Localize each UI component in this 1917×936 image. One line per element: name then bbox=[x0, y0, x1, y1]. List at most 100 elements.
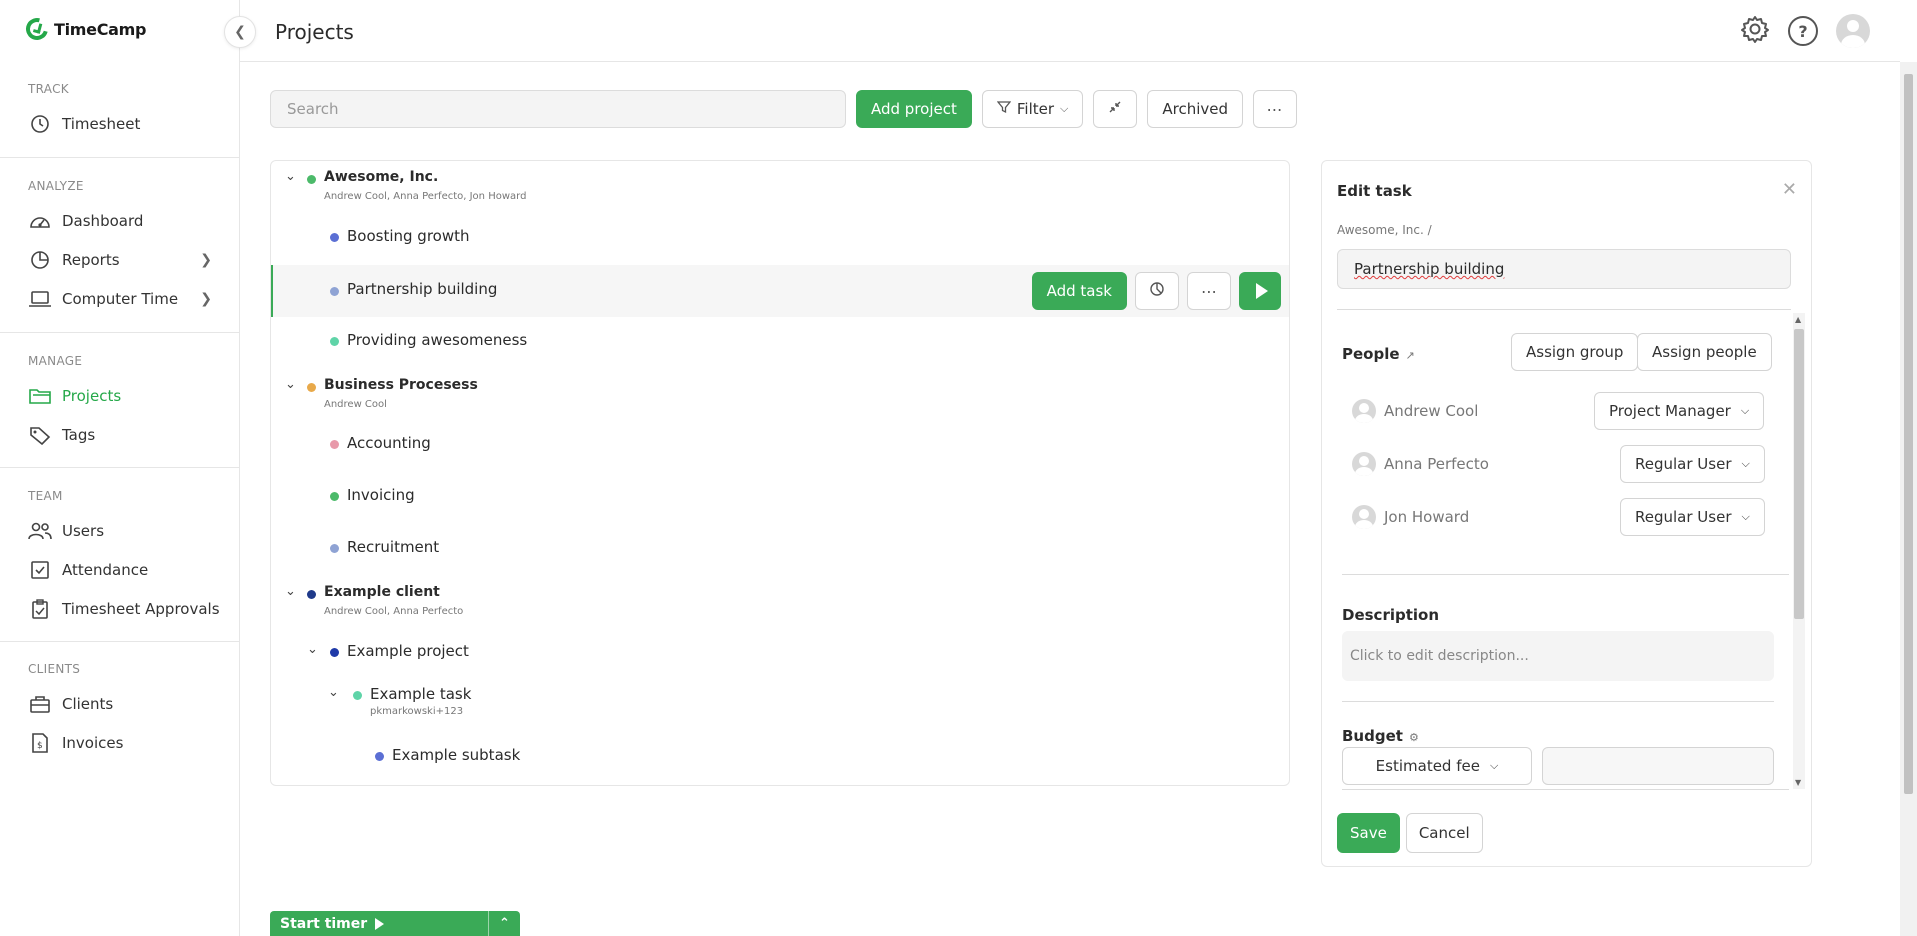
sidebar-item-label: Invoices bbox=[62, 733, 124, 752]
project-row[interactable]: ⌄ Awesome, Inc. Andrew Cool, Anna Perfec… bbox=[271, 161, 1289, 207]
sidebar-item-computer-time[interactable]: Computer Time ❯ bbox=[0, 279, 240, 318]
role-select[interactable]: Regular User ⌵ bbox=[1620, 498, 1765, 536]
external-link-icon[interactable]: ↗ bbox=[1406, 349, 1415, 362]
task-name: Partnership building bbox=[347, 280, 498, 298]
task-row[interactable]: Accounting bbox=[271, 423, 1289, 465]
task-row[interactable]: Providing awesomeness bbox=[271, 320, 1289, 362]
chevron-down-icon[interactable]: ⌄ bbox=[307, 642, 318, 657]
sidebar-item-invoices[interactable]: $ Invoices bbox=[0, 723, 240, 762]
scroll-down-icon[interactable]: ▼ bbox=[1795, 778, 1801, 787]
project-row[interactable]: ⌄ Example client Andrew Cool, Anna Perfe… bbox=[271, 576, 1289, 622]
add-project-button[interactable]: Add project bbox=[856, 90, 972, 128]
project-color-dot bbox=[307, 175, 316, 184]
task-row[interactable]: Invoicing bbox=[271, 475, 1289, 517]
chevron-down-icon[interactable]: ⌄ bbox=[328, 685, 339, 700]
person-row: Andrew Cool bbox=[1352, 399, 1478, 423]
task-row[interactable]: Boosting growth bbox=[271, 216, 1289, 258]
edit-task-panel: Edit task ✕ Awesome, Inc. / Partnership … bbox=[1321, 160, 1812, 867]
sidebar-item-timesheet[interactable]: Timesheet bbox=[0, 104, 240, 143]
collapse-all-button[interactable] bbox=[1093, 90, 1138, 128]
chevron-down-icon: ⌵ bbox=[1060, 102, 1069, 115]
search-input[interactable]: Search bbox=[270, 90, 846, 128]
task-row[interactable]: Recruitment bbox=[271, 527, 1289, 569]
stats-button[interactable] bbox=[1135, 272, 1179, 310]
close-icon[interactable]: ✕ bbox=[1782, 179, 1797, 200]
pie-chart-icon bbox=[28, 250, 52, 270]
task-color-dot bbox=[330, 287, 339, 296]
sidebar-item-tags[interactable]: Tags bbox=[0, 415, 240, 454]
assign-people-label: Assign people bbox=[1652, 343, 1757, 361]
budget-amount-input[interactable] bbox=[1542, 747, 1774, 785]
project-people: Andrew Cool, Anna Perfecto, Jon Howard bbox=[324, 191, 527, 202]
budget-type-select[interactable]: Estimated fee ⌵ bbox=[1342, 747, 1532, 785]
chevron-down-icon[interactable]: ⌄ bbox=[285, 377, 296, 392]
chevron-up-icon[interactable]: ⌃ bbox=[488, 911, 520, 936]
main-content: Projects ? Search Add project Filter ⌵ A… bbox=[240, 0, 1900, 936]
role-select[interactable]: Project Manager ⌵ bbox=[1594, 392, 1765, 430]
task-name: Accounting bbox=[347, 434, 431, 452]
divider bbox=[1337, 309, 1791, 310]
invoice-icon: $ bbox=[28, 732, 52, 753]
archived-button[interactable]: Archived bbox=[1147, 90, 1244, 128]
task-name-value: Partnership building bbox=[1354, 260, 1505, 278]
subtask-row[interactable]: Example subtask bbox=[271, 735, 1289, 777]
settings-gear-icon[interactable] bbox=[1740, 14, 1770, 48]
sidebar-item-reports[interactable]: Reports ❯ bbox=[0, 240, 240, 279]
add-task-label: Add task bbox=[1046, 282, 1112, 300]
sidebar-item-users[interactable]: Users bbox=[0, 511, 240, 550]
nav-heading: TEAM bbox=[28, 489, 63, 503]
person-name: Jon Howard bbox=[1384, 508, 1470, 526]
user-avatar[interactable] bbox=[1836, 14, 1870, 48]
collapse-sidebar-button[interactable]: ❮ bbox=[224, 16, 256, 48]
assign-group-button[interactable]: Assign group bbox=[1511, 333, 1639, 371]
task-color-dot bbox=[330, 337, 339, 346]
projects-list: ⌄ Awesome, Inc. Andrew Cool, Anna Perfec… bbox=[270, 160, 1290, 786]
page-scrollbar-thumb[interactable] bbox=[1904, 74, 1913, 794]
help-icon[interactable]: ? bbox=[1788, 16, 1818, 46]
sidebar-item-attendance[interactable]: Attendance bbox=[0, 550, 240, 589]
task-color-dot bbox=[330, 492, 339, 501]
task-more-button[interactable]: ⋯ bbox=[1187, 272, 1231, 310]
project-row[interactable]: ⌄ Business Procesess Andrew Cool bbox=[271, 369, 1289, 415]
task-row[interactable]: ⌄ Example task pkmarkowski+123 bbox=[271, 679, 1289, 725]
more-options-button[interactable]: ⋯ bbox=[1253, 90, 1298, 128]
nav-section-track: TRACK Timesheet bbox=[0, 82, 240, 143]
cancel-label: Cancel bbox=[1418, 824, 1470, 842]
person-row: Anna Perfecto bbox=[1352, 452, 1489, 476]
project-people: Andrew Cool, Anna Perfecto bbox=[324, 606, 464, 617]
task-name-input[interactable]: Partnership building bbox=[1337, 249, 1791, 289]
role-value: Project Manager bbox=[1609, 402, 1731, 420]
chevron-down-icon[interactable]: ⌄ bbox=[285, 169, 296, 184]
chevron-down-icon: ⌵ bbox=[1741, 457, 1750, 470]
filter-button[interactable]: Filter ⌵ bbox=[981, 90, 1084, 128]
top-bar: Projects ? bbox=[240, 0, 1900, 62]
sidebar-item-clients[interactable]: Clients bbox=[0, 684, 240, 723]
save-button[interactable]: Save bbox=[1337, 813, 1400, 853]
role-select[interactable]: Regular User ⌵ bbox=[1620, 445, 1765, 483]
nav-heading: TRACK bbox=[28, 82, 69, 96]
panel-scrollbar[interactable]: ▲ ▼ bbox=[1793, 313, 1805, 789]
start-timer-bar[interactable]: Start timer ⌃ bbox=[270, 911, 520, 936]
sidebar-divider bbox=[0, 157, 240, 158]
cancel-button[interactable]: Cancel bbox=[1405, 813, 1483, 853]
chevron-down-icon[interactable]: ⌄ bbox=[285, 584, 296, 599]
start-timer-button[interactable]: Start timer bbox=[270, 916, 488, 932]
logo-text: TimeCamp bbox=[54, 19, 147, 39]
scroll-up-icon[interactable]: ▲ bbox=[1795, 315, 1801, 324]
subproject-row[interactable]: ⌄ Example project bbox=[271, 631, 1289, 673]
sidebar-item-projects[interactable]: Projects bbox=[0, 376, 240, 415]
sidebar-item-timesheet-approvals[interactable]: Timesheet Approvals bbox=[0, 589, 240, 628]
logo[interactable]: TimeCamp bbox=[21, 13, 147, 45]
task-row-selected[interactable]: Partnership building Add task ⋯ bbox=[271, 265, 1289, 317]
people-label: People bbox=[1342, 345, 1400, 363]
page-scrollbar[interactable] bbox=[1900, 62, 1917, 936]
description-field[interactable]: Click to edit description... bbox=[1342, 631, 1774, 681]
sidebar-item-dashboard[interactable]: Dashboard bbox=[0, 201, 240, 240]
sidebar-item-label: Clients bbox=[62, 694, 114, 713]
budget-settings-icon[interactable]: ⚙ bbox=[1409, 731, 1419, 744]
scrollbar-thumb[interactable] bbox=[1794, 329, 1804, 619]
start-task-timer-button[interactable] bbox=[1239, 272, 1281, 310]
assign-people-button[interactable]: Assign people bbox=[1637, 333, 1772, 371]
edit-task-scroll-area[interactable]: People ↗ Assign group Assign people Andre… bbox=[1322, 311, 1811, 791]
add-task-button[interactable]: Add task bbox=[1031, 272, 1127, 310]
